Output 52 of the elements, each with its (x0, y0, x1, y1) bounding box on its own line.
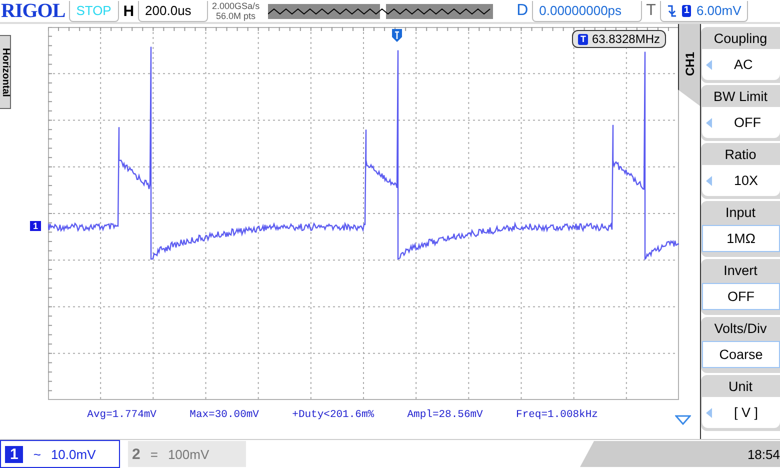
left-arrow-icon (706, 60, 712, 70)
channel-button[interactable]: 1 ~ 10.0mV (0, 440, 120, 468)
timebase: 200.0us (138, 0, 208, 22)
menu-value: OFF (734, 115, 761, 130)
sample-rate: 2.000GSa/s (212, 1, 260, 11)
brand-logo: RIGOL (1, 0, 66, 22)
trigger-position-marker (392, 29, 402, 43)
channel-button[interactable]: 2 = 100mV (128, 441, 246, 467)
left-arrow-icon (706, 118, 712, 128)
menu-label: Coupling (712, 30, 768, 48)
channel-marker: 1 (30, 221, 42, 231)
menu-item[interactable]: Unit [ V ] (701, 375, 780, 431)
menu-value-field: OFF (702, 283, 780, 310)
trigger-level-arrow-icon (674, 415, 691, 425)
menu-item[interactable]: Ratio 10X (701, 143, 780, 199)
menu-value-field: Coarse (702, 341, 780, 368)
trigger-level: 6.00mV (696, 3, 742, 18)
delay-label: D (516, 2, 528, 20)
clock: 18:54 (580, 441, 780, 467)
trigger-badge: T (578, 34, 588, 44)
memory-depth: 56.0M pts (216, 11, 256, 21)
menu-label: Input (724, 204, 757, 222)
menu-label: Invert (722, 262, 758, 280)
trigger-source: 1 (682, 4, 692, 16)
menu-value: [ V ] (734, 405, 758, 420)
left-arrow-icon (706, 408, 712, 418)
trigger-label: T (646, 2, 656, 20)
run-state: STOP (69, 0, 120, 22)
menu-item[interactable]: Invert OFF (701, 259, 780, 315)
falling-edge-icon (666, 4, 677, 18)
horizontal-label: H (123, 2, 134, 20)
delay-value: 0.00000000ps (532, 0, 642, 22)
menu-value: 10X (734, 173, 758, 188)
menu-value-field: 1MΩ (702, 225, 780, 252)
frequency-value: 63.8328MHz (592, 32, 660, 46)
menu-value: AC (734, 57, 753, 72)
menu-label: BW Limit (712, 88, 768, 106)
measurement: Max=30.00mV (190, 409, 259, 421)
menu-label: Ratio (724, 146, 758, 164)
menu-item[interactable]: Input 1MΩ (701, 201, 780, 257)
left-arrow-icon (706, 176, 712, 186)
menu-item[interactable]: BW Limit OFF (701, 85, 780, 141)
horizontal-tab[interactable]: Horizontal (0, 35, 11, 109)
menu-item[interactable]: Coupling AC (701, 27, 780, 83)
menu-label: Unit (727, 378, 754, 396)
menu-item[interactable]: Volts/Div Coarse (701, 317, 780, 373)
channel-tab[interactable]: CH1 (678, 24, 700, 106)
measurement: Freq=1.008kHz (516, 409, 598, 421)
menu-label: Volts/Div (713, 320, 768, 338)
measurement: +Duty<201.6m% (292, 409, 374, 421)
measurement: Avg=1.774mV (87, 409, 156, 421)
measurement: Ampl=28.56mV (407, 409, 483, 421)
